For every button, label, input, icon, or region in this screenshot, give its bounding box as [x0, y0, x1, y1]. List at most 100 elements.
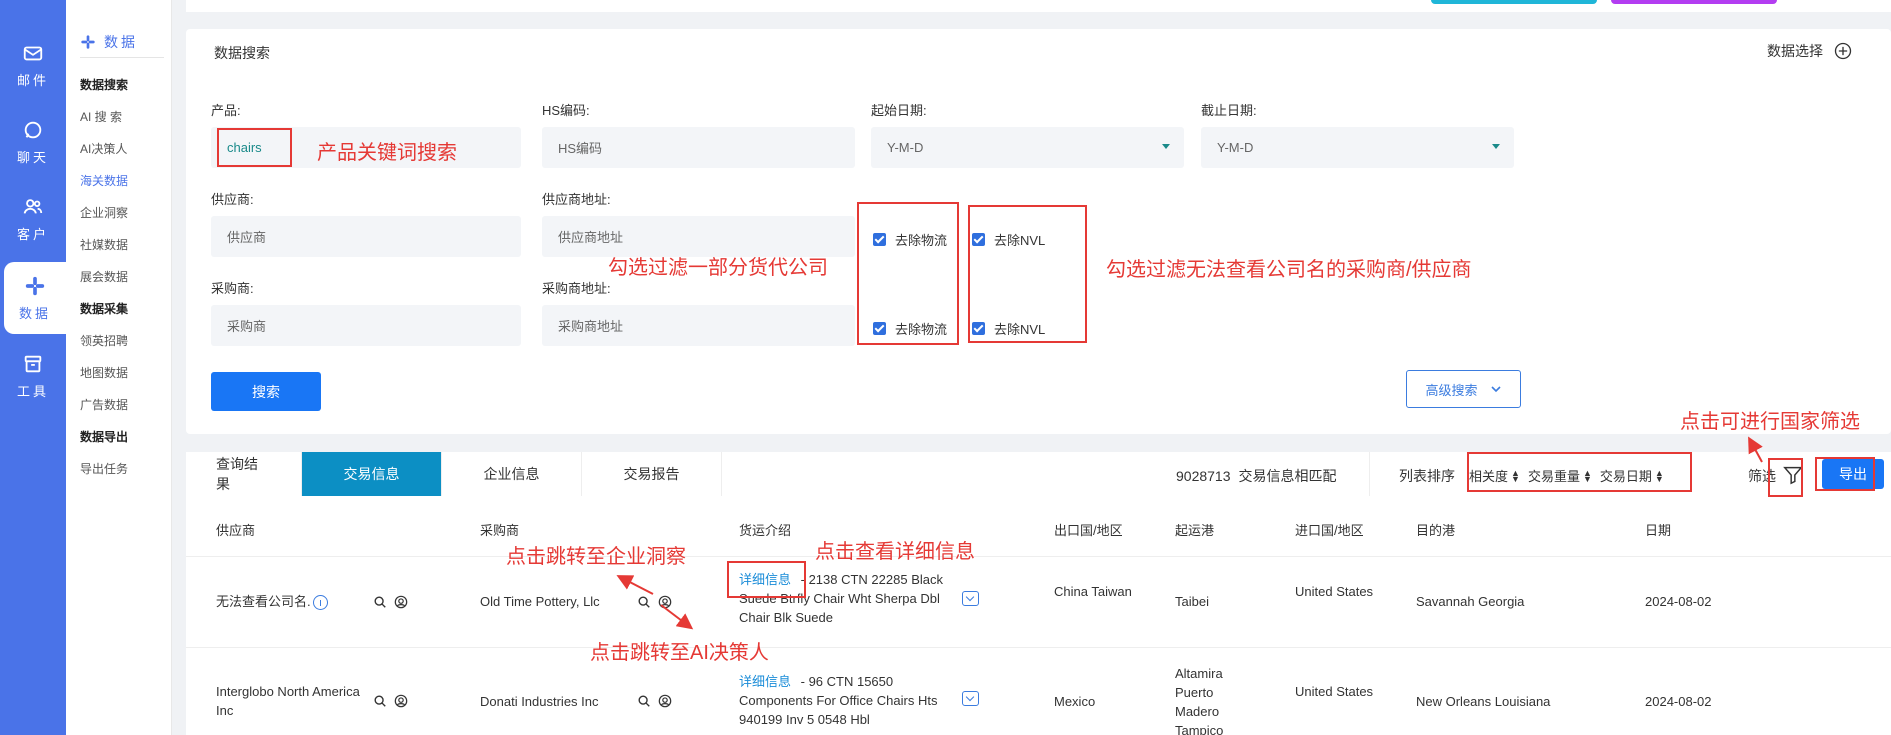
match-count-number: 9028713 [1176, 468, 1231, 484]
advanced-search-label: 高级搜索 [1425, 382, 1478, 398]
col-cargo: 货运介绍 [739, 523, 792, 538]
row-date: 2024-08-02 [1645, 694, 1712, 709]
archive-icon [24, 355, 42, 372]
search-button[interactable]: 搜索 [211, 372, 321, 411]
whatsapp-icon [24, 121, 42, 138]
rail-item-tools[interactable]: 工具 [0, 340, 66, 412]
row-export-country: China Taiwan [1054, 584, 1132, 599]
match-count: 9028713 交易信息相匹配 [1176, 466, 1337, 486]
data-select-label: 数据选择 [1767, 43, 1823, 59]
hs-input[interactable]: HS编码 [542, 127, 855, 168]
person-circle-icon[interactable] [394, 595, 408, 609]
subnav-group-data-search: 数据搜索 [80, 78, 129, 92]
panel-title: 数据搜索 [214, 45, 270, 61]
person-circle-icon[interactable] [394, 694, 408, 708]
rail-item-data[interactable]: 数据 [4, 262, 66, 334]
sub-nav: 数据 数据搜索 AI 搜 索 AI决策人 海关数据 企业洞察 社媒数据 展会数据… [66, 0, 172, 735]
caret-down-icon [1492, 144, 1500, 149]
row-supplier: 无法查看公司名. [216, 592, 328, 611]
advanced-search-button[interactable]: 高级搜索 [1406, 370, 1521, 408]
expand-icon[interactable] [962, 591, 979, 606]
annotation-box-export [1815, 457, 1875, 491]
hs-label: HS编码: [542, 103, 590, 118]
person-circle-icon[interactable] [658, 694, 672, 708]
annotation-filter-forwarders: 勾选过滤一部分货代公司 [608, 257, 828, 279]
row-buyer[interactable]: Old Time Pottery, Llc [480, 592, 600, 611]
start-date-label: 起始日期: [871, 103, 927, 118]
end-date-value: Y-M-D [1217, 140, 1254, 155]
annotation-jump-ai: 点击跳转至AI决策人 [590, 642, 769, 664]
slack-icon [25, 276, 45, 295]
col-import-country: 进口国/地区 [1295, 523, 1364, 538]
subnav-item-social[interactable]: 社媒数据 [80, 236, 128, 253]
search-icon[interactable] [373, 694, 387, 708]
tab-trade-report[interactable]: 交易报告 [582, 452, 722, 496]
slack-icon [81, 34, 95, 49]
subnav-item-enterprise[interactable]: 企业洞察 [80, 204, 128, 221]
annotation-box-product [217, 128, 292, 167]
row-origin-port: Taibei [1175, 594, 1209, 609]
rail-item-chat[interactable]: 聊天 [0, 106, 66, 178]
subnav-group-export: 数据导出 [80, 430, 129, 444]
annotation-jump-enterprise: 点击跳转至企业洞察 [506, 546, 686, 568]
info-icon[interactable] [312, 595, 328, 611]
subnav-header-label: 数据 [104, 33, 138, 50]
supplier-address-label: 供应商地址: [542, 192, 611, 207]
col-origin-port: 起运港 [1175, 523, 1215, 538]
left-rail: 邮件 聊天 客户 数据 工具 [0, 0, 66, 735]
start-date-value: Y-M-D [887, 140, 924, 155]
search-icon[interactable] [637, 595, 651, 609]
annotation-view-detail: 点击查看详细信息 [815, 541, 975, 563]
subnav-item-ads[interactable]: 广告数据 [80, 396, 128, 413]
match-count-text: 交易信息相匹配 [1238, 468, 1337, 484]
users-icon [23, 198, 43, 214]
product-label: 产品: [211, 103, 241, 118]
tab-trade-info[interactable]: 交易信息 [302, 452, 442, 496]
row-buyer[interactable]: Donati Industries Inc [480, 692, 599, 711]
annotation-product-keyword: 产品关键词搜索 [317, 142, 457, 164]
mail-icon [23, 46, 43, 60]
rail-item-mail[interactable]: 邮件 [0, 29, 66, 101]
buyer-input[interactable]: 采购商 [211, 305, 521, 346]
annotation-box-sort [1467, 452, 1692, 492]
tab-query-results[interactable]: 查询结果 [186, 452, 302, 496]
person-circle-icon[interactable] [658, 595, 672, 609]
results-panel: 查询结果 交易信息 企业信息 交易报告 9028713 交易信息相匹配 列表排序 … [186, 452, 1891, 735]
top-pill-purple[interactable] [1611, 0, 1777, 4]
annotation-box-filter [1768, 458, 1803, 497]
top-strip [186, 0, 1891, 12]
row-supplier[interactable]: Interglobo North America Inc [216, 682, 379, 720]
rail-label: 工具 [16, 383, 49, 399]
row-date: 2024-08-02 [1645, 594, 1712, 609]
annotation-box-detail [727, 561, 806, 598]
subnav-item-expo[interactable]: 展会数据 [80, 268, 128, 285]
data-select-button[interactable]: 数据选择 [1767, 41, 1853, 61]
subnav-item-ai-decision[interactable]: AI决策人 [80, 140, 127, 157]
annotation-filter-nvl: 勾选过滤无法查看公司名的采购商/供应商 [1106, 259, 1472, 281]
subnav-item-customs[interactable]: 海关数据 [80, 172, 128, 189]
subnav-item-linkedin[interactable]: 领英招聘 [80, 332, 128, 349]
supplier-input[interactable]: 供应商 [211, 216, 521, 257]
subnav-item-export-task[interactable]: 导出任务 [80, 460, 128, 477]
annotation-country-filter: 点击可进行国家筛选 [1680, 411, 1860, 433]
row-divider [186, 556, 1891, 557]
subnav-item-ai-search[interactable]: AI 搜 索 [80, 108, 122, 125]
col-dest-port: 目的港 [1416, 523, 1456, 538]
rail-label: 客户 [16, 226, 49, 242]
supplier-name[interactable]: 无法查看公司名. [216, 594, 311, 609]
search-icon[interactable] [637, 694, 651, 708]
end-date-picker[interactable]: Y-M-D [1201, 127, 1514, 168]
detail-link[interactable]: 详细信息 [739, 674, 791, 689]
col-supplier: 供应商 [216, 523, 256, 538]
start-date-picker[interactable]: Y-M-D [871, 127, 1184, 168]
rail-label: 邮件 [16, 72, 49, 88]
tab-company-info[interactable]: 企业信息 [442, 452, 582, 496]
search-icon[interactable] [373, 595, 387, 609]
row-import-country: United States [1295, 584, 1374, 599]
top-pill-cyan[interactable] [1431, 0, 1597, 4]
subnav-item-map[interactable]: 地图数据 [80, 364, 128, 381]
buyer-address-input[interactable]: 采购商地址 [542, 305, 855, 346]
row-origin-port: Altamira Puerto Madero Tampico [1175, 666, 1224, 735]
expand-icon[interactable] [962, 691, 979, 706]
rail-item-customer[interactable]: 客户 [0, 183, 66, 255]
